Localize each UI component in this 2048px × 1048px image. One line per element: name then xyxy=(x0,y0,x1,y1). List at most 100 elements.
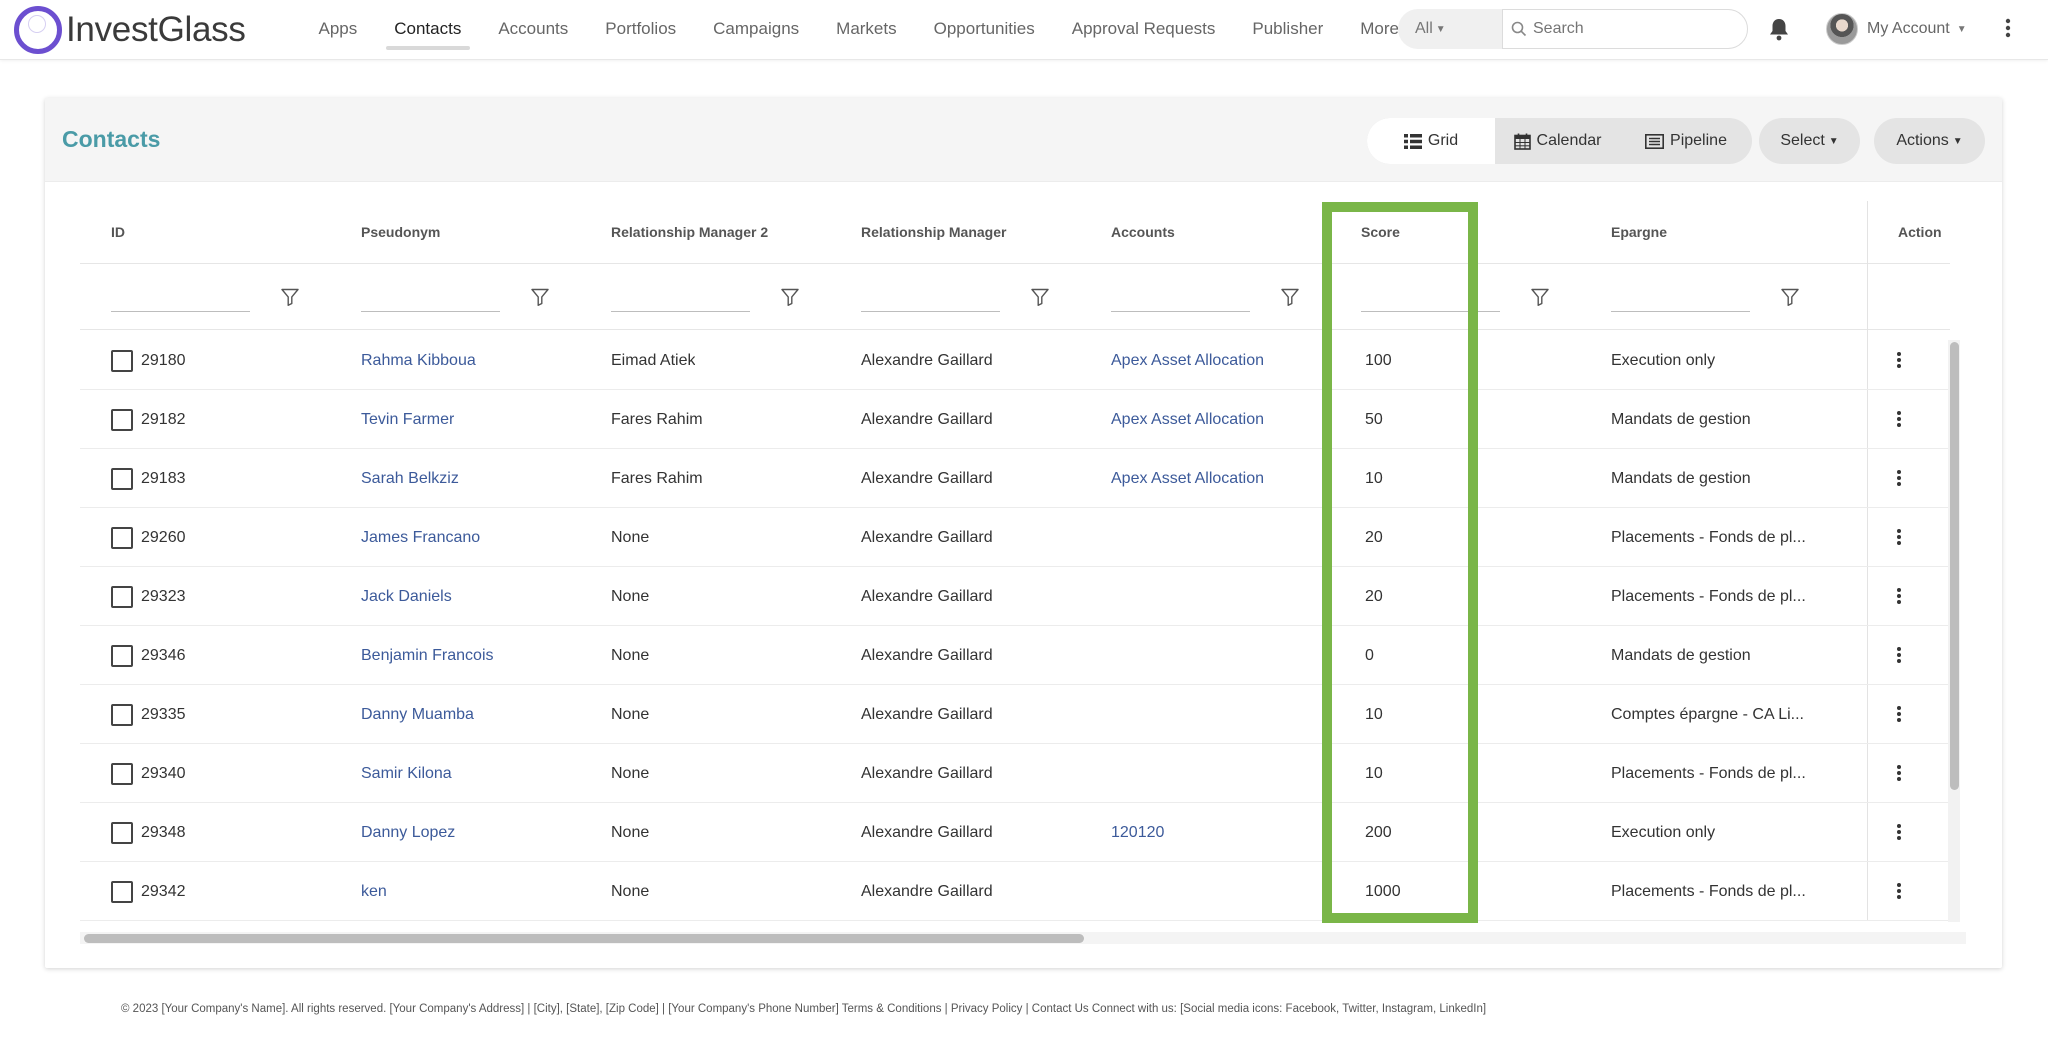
calendar-view-button[interactable]: Calendar xyxy=(1495,118,1620,164)
row-actions-icon[interactable] xyxy=(1895,528,1903,546)
pseudonym-link[interactable]: Samir Kilona xyxy=(361,744,452,803)
search-scope-dropdown[interactable]: All ▼ xyxy=(1398,9,1502,49)
pseudonym-link[interactable]: Danny Lopez xyxy=(361,803,455,862)
row-checkbox[interactable] xyxy=(111,585,133,608)
row-checkbox[interactable] xyxy=(111,880,133,903)
notification-bell-icon[interactable] xyxy=(1768,17,1790,41)
row-actions-icon[interactable] xyxy=(1895,351,1903,369)
filter-icon[interactable] xyxy=(1781,288,1799,306)
pseudonym-link[interactable]: Tevin Farmer xyxy=(361,390,454,449)
grid-view-button[interactable]: Grid xyxy=(1367,118,1495,164)
row-checkbox[interactable] xyxy=(111,408,133,431)
row-checkbox[interactable] xyxy=(111,644,133,667)
more-vertical-icon[interactable] xyxy=(2003,16,2013,40)
row-actions-icon[interactable] xyxy=(1895,469,1903,487)
row-checkbox[interactable] xyxy=(111,526,133,549)
id-cell: 29335 xyxy=(111,685,186,744)
column-header-relationship-manager[interactable]: Relationship Manager xyxy=(861,201,1006,263)
pseudonym-link[interactable]: James Francano xyxy=(361,508,480,567)
pseudonym-link[interactable]: Rahma Kibboua xyxy=(361,331,476,390)
table-row[interactable]: 29180 Rahma Kibboua Eimad Atiek Alexandr… xyxy=(80,331,1950,390)
filter-icon[interactable] xyxy=(281,288,299,306)
table-row[interactable]: 29340 Samir Kilona None Alexandre Gailla… xyxy=(80,744,1950,803)
select-dropdown-button[interactable]: Select ▼ xyxy=(1759,118,1860,164)
row-actions-icon[interactable] xyxy=(1895,410,1903,428)
nav-item-approval-requests[interactable]: Approval Requests xyxy=(1053,0,1234,58)
row-actions-icon[interactable] xyxy=(1895,646,1903,664)
filter-input-accounts[interactable] xyxy=(1111,286,1250,312)
column-header-id[interactable]: ID xyxy=(111,201,125,263)
account-link[interactable]: Apex Asset Allocation xyxy=(1111,449,1264,508)
filter-icon[interactable] xyxy=(781,288,799,306)
horizontal-scrollbar-thumb[interactable] xyxy=(84,934,1084,943)
brand-logo[interactable]: InvestGlass xyxy=(14,4,246,56)
nav-item-opportunities[interactable]: Opportunities xyxy=(915,0,1053,58)
filter-input-relationship-manager-2[interactable] xyxy=(611,286,750,312)
relationship-manager-2-cell: None xyxy=(611,882,650,900)
filter-icon[interactable] xyxy=(1281,288,1299,306)
filter-icon[interactable] xyxy=(1531,288,1549,306)
account-link[interactable]: Apex Asset Allocation xyxy=(1111,390,1264,449)
pseudonym-link[interactable]: Jack Daniels xyxy=(361,567,452,626)
row-actions-icon[interactable] xyxy=(1895,705,1903,723)
pseudonym-link[interactable]: ken xyxy=(361,862,387,921)
nav-item-apps[interactable]: Apps xyxy=(300,0,376,58)
list-icon xyxy=(1403,133,1422,149)
table-row[interactable]: 29348 Danny Lopez None Alexandre Gaillar… xyxy=(80,803,1950,862)
contacts-table: ID Pseudonym Relationship Manager 2 Rela… xyxy=(80,201,1966,921)
vertical-scrollbar-thumb[interactable] xyxy=(1950,342,1959,790)
column-header-score[interactable]: Score xyxy=(1361,201,1400,263)
pseudonym-link[interactable]: Benjamin Francois xyxy=(361,626,494,685)
search-input[interactable] xyxy=(1533,20,1733,38)
row-actions-icon[interactable] xyxy=(1895,882,1903,900)
row-checkbox[interactable] xyxy=(111,467,133,490)
column-header-pseudonym[interactable]: Pseudonym xyxy=(361,201,440,263)
row-checkbox[interactable] xyxy=(111,762,133,785)
filter-input-score[interactable] xyxy=(1361,286,1500,312)
row-actions-icon[interactable] xyxy=(1895,587,1903,605)
filter-input-pseudonym[interactable] xyxy=(361,286,500,312)
page-title: Contacts xyxy=(62,126,161,152)
account-link[interactable]: Apex Asset Allocation xyxy=(1111,331,1264,390)
filter-input-relationship-manager[interactable] xyxy=(861,286,1000,312)
table-row[interactable]: 29335 Danny Muamba None Alexandre Gailla… xyxy=(80,685,1950,744)
nav-item-markets[interactable]: Markets xyxy=(818,0,915,58)
relationship-manager-2-cell: None xyxy=(611,528,650,546)
table-row[interactable]: 29183 Sarah Belkziz Fares Rahim Alexandr… xyxy=(80,449,1950,508)
account-menu[interactable]: My Account ▼ xyxy=(1826,12,1967,46)
column-header-relationship-manager-2[interactable]: Relationship Manager 2 xyxy=(611,201,768,263)
table-row[interactable]: 29323 Jack Daniels None Alexandre Gailla… xyxy=(80,567,1950,626)
row-checkbox[interactable] xyxy=(111,703,133,726)
table-row[interactable]: 29342 ken None Alexandre Gaillard 1000 P… xyxy=(80,862,1950,921)
id-cell: 29260 xyxy=(111,508,186,567)
nav-item-portfolios[interactable]: Portfolios xyxy=(587,0,695,58)
nav-item-accounts[interactable]: Accounts xyxy=(480,0,587,58)
column-header-epargne[interactable]: Epargne xyxy=(1611,201,1667,263)
table-row[interactable]: 29346 Benjamin Francois None Alexandre G… xyxy=(80,626,1950,685)
table-row[interactable]: 29182 Tevin Farmer Fares Rahim Alexandre… xyxy=(80,390,1950,449)
logo-icon xyxy=(14,6,62,54)
pseudonym-link[interactable]: Danny Muamba xyxy=(361,685,474,744)
pseudonym-link[interactable]: Sarah Belkziz xyxy=(361,449,459,508)
score-cell: 20 xyxy=(1365,528,1383,546)
relationship-manager-cell: Alexandre Gaillard xyxy=(861,528,993,546)
nav-item-campaigns[interactable]: Campaigns xyxy=(695,0,818,58)
score-cell: 10 xyxy=(1365,764,1383,782)
filter-icon[interactable] xyxy=(1031,288,1049,306)
account-link[interactable]: 120120 xyxy=(1111,803,1164,862)
row-actions-icon[interactable] xyxy=(1895,823,1903,841)
actions-dropdown-button[interactable]: Actions ▼ xyxy=(1874,118,1985,164)
row-checkbox[interactable] xyxy=(111,349,133,372)
row-actions-icon[interactable] xyxy=(1895,764,1903,782)
epargne-cell: Comptes épargne - CA Li... xyxy=(1611,705,1804,723)
nav-item-contacts[interactable]: Contacts xyxy=(376,0,480,58)
filter-input-id[interactable] xyxy=(111,286,250,312)
pipeline-view-button[interactable]: Pipeline xyxy=(1620,118,1752,164)
filter-input-epargne[interactable] xyxy=(1611,286,1750,312)
contact-id: 29335 xyxy=(141,705,186,723)
column-header-accounts[interactable]: Accounts xyxy=(1111,201,1175,263)
filter-icon[interactable] xyxy=(531,288,549,306)
row-checkbox[interactable] xyxy=(111,821,133,844)
nav-item-publisher[interactable]: Publisher xyxy=(1234,0,1342,58)
table-row[interactable]: 29260 James Francano None Alexandre Gail… xyxy=(80,508,1950,567)
